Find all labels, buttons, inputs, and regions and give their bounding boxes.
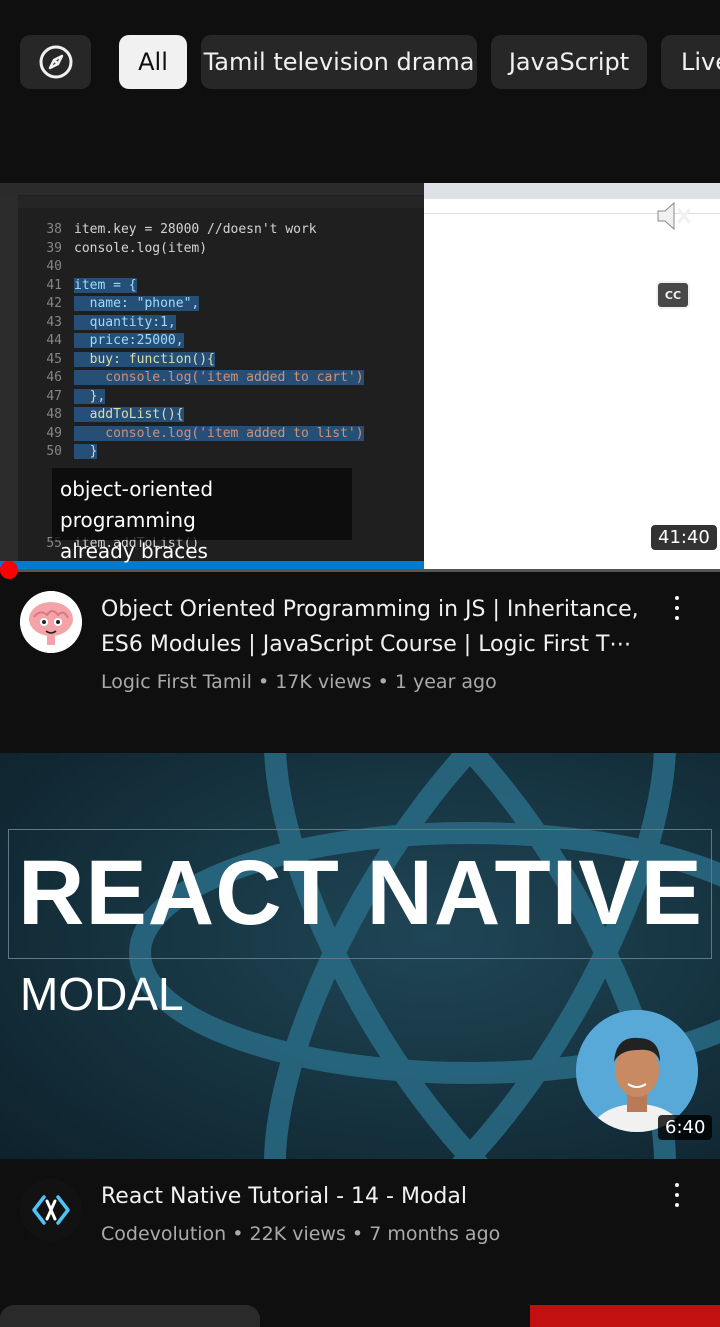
code-line: 47 }, <box>46 389 106 404</box>
channel-name[interactable]: Codevolution <box>101 1223 226 1245</box>
chip-live[interactable]: Live <box>661 35 720 89</box>
playback-progress-bar[interactable] <box>0 569 720 572</box>
code-line: 38 item.key = 28000 //doesn't work <box>46 222 317 237</box>
next-video-thumbnail-edge[interactable] <box>0 1303 720 1327</box>
meta-separator: • <box>232 1223 244 1245</box>
code-line: 49 console.log('item added to list') <box>46 426 364 441</box>
more-options-icon[interactable] <box>672 596 682 620</box>
view-count: 22K views <box>249 1223 346 1245</box>
code-line: 41 item = { <box>46 278 137 293</box>
code-line: 42 name: "phone", <box>46 296 200 311</box>
brain-mascot-icon <box>20 591 82 653</box>
muted-speaker-icon[interactable] <box>654 199 692 233</box>
chip-tamil-television-drama[interactable]: Tamil television drama <box>201 35 477 89</box>
view-count: 17K views <box>275 671 372 693</box>
thumbnail-subheadline: MODAL <box>20 968 184 1020</box>
upload-age: 7 months ago <box>369 1223 501 1245</box>
duration-badge: 6:40 <box>658 1115 713 1140</box>
chip-all[interactable]: All <box>119 35 187 89</box>
codevolution-logo-icon <box>20 1179 82 1241</box>
video-metadata: Logic First Tamil • 17K views • 1 year a… <box>101 671 497 693</box>
code-line: 44 price:25000, <box>46 333 184 348</box>
code-line: 39 console.log(item) <box>46 241 208 256</box>
explore-button[interactable] <box>20 35 91 89</box>
chip-javascript[interactable]: JavaScript <box>491 35 647 89</box>
meta-separator: • <box>351 1223 364 1245</box>
browser-tab-strip <box>424 183 720 199</box>
closed-captions-button[interactable]: CC <box>656 281 690 309</box>
video-thumbnail[interactable]: REACT NATIVE MODAL 6:40 <box>0 753 720 1159</box>
code-line: 50 } <box>46 444 98 459</box>
browser-screenshot <box>424 183 720 571</box>
video-title[interactable]: Object Oriented Programming in JS | Inhe… <box>101 592 646 662</box>
editor-activity-bar <box>0 195 18 561</box>
progress-scrubber-handle[interactable] <box>0 561 18 579</box>
compass-icon <box>39 45 72 79</box>
filter-chip-bar: All Tamil television drama JavaScript Li… <box>0 0 720 170</box>
video-thumbnail[interactable]: 38 item.key = 28000 //doesn't work 39 cons… <box>0 183 720 571</box>
code-line: 40 <box>46 259 62 274</box>
code-line: 46 console.log('item added to cart') <box>46 370 364 385</box>
caption-overlay: object-oriented programming already brac… <box>52 468 352 563</box>
channel-avatar[interactable] <box>20 1179 82 1241</box>
video-title[interactable]: React Native Tutorial - 14 - Modal <box>101 1179 646 1214</box>
caption-line: already braces <box>60 539 208 563</box>
more-options-icon[interactable] <box>672 1183 682 1207</box>
upload-age: 1 year ago <box>394 671 497 693</box>
caption-line: object-oriented programming <box>60 477 214 532</box>
editor-tabs <box>18 196 424 208</box>
channel-avatar[interactable] <box>20 591 82 653</box>
thumbnail-headline: REACT NATIVE <box>18 842 703 944</box>
editor-breadcrumb <box>18 209 424 219</box>
code-line: 48 addToList(){ <box>46 407 184 422</box>
code-line: 43 quantity:1, <box>46 315 176 330</box>
presenter-photo <box>576 1010 698 1132</box>
meta-separator: • <box>377 671 389 693</box>
duration-badge: 41:40 <box>651 525 717 550</box>
editor-title-bar <box>0 183 424 195</box>
channel-name[interactable]: Logic First Tamil <box>101 671 252 693</box>
code-line: 45 buy: function(){ <box>46 352 215 367</box>
video-metadata: Codevolution • 22K views • 7 months ago <box>101 1223 500 1245</box>
meta-separator: • <box>257 671 270 693</box>
